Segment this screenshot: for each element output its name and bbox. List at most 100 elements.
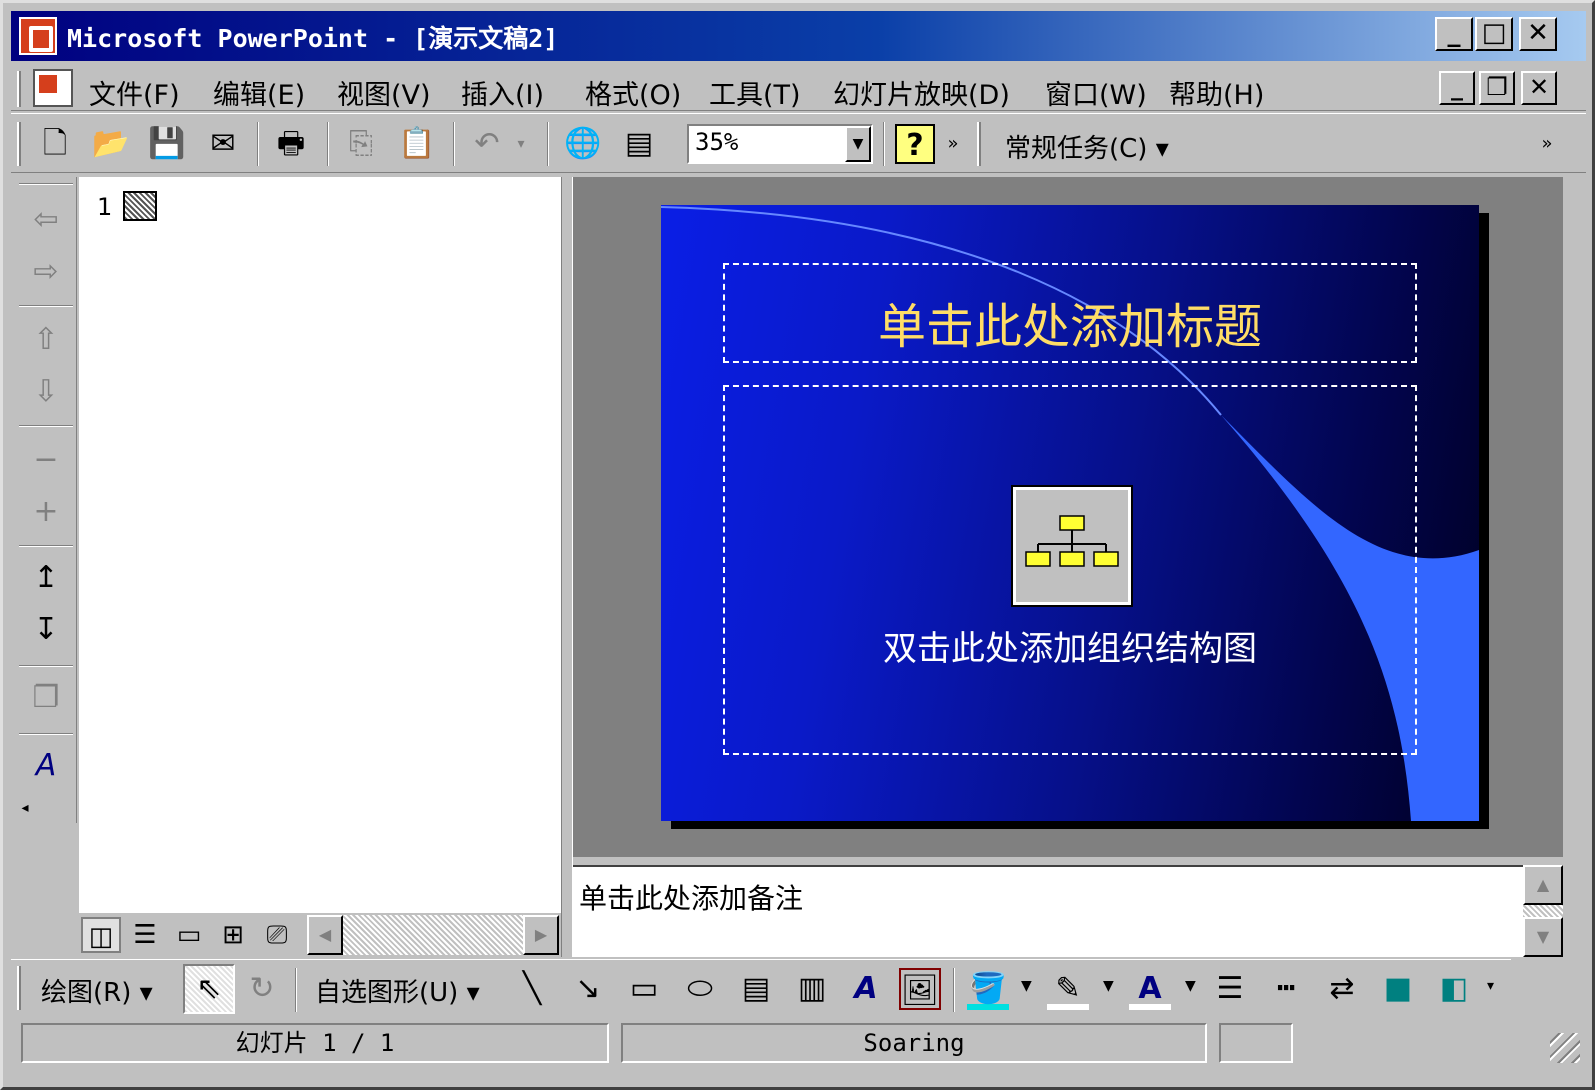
toolbar-overflow-icon[interactable]: » (941, 124, 965, 164)
doc-restore-button[interactable]: ❐ (1479, 71, 1515, 105)
shadow-icon[interactable]: ■ (1377, 968, 1419, 1010)
oval-icon[interactable]: ⬭ (679, 968, 721, 1010)
org-chart-icon[interactable] (1011, 485, 1133, 607)
zoom-dropdown-icon[interactable]: ▼ (845, 126, 871, 162)
draw-menu-button[interactable]: 绘图(R) ▾ (41, 972, 153, 1009)
save-icon[interactable]: 💾 (147, 124, 187, 164)
task-pane-dropdown[interactable]: 常规任务(C) ▾ (1005, 128, 1169, 165)
arrow-style-icon[interactable]: ⇄ (1321, 968, 1363, 1010)
drawbar-overflow-icon[interactable]: ▾ (1487, 978, 1494, 994)
move-down-icon[interactable]: ⇩ (25, 371, 67, 413)
menu-format[interactable]: 格式(O) (585, 73, 681, 112)
slide-icon[interactable] (123, 191, 157, 221)
scroll-right-icon[interactable]: ▶ (523, 915, 559, 955)
free-rotate-icon[interactable]: ↻ (241, 968, 283, 1010)
summary-slide-icon[interactable]: ❐ (25, 677, 67, 719)
demote-icon[interactable]: ⇨ (25, 251, 67, 293)
drawbar-grip[interactable] (17, 966, 21, 1010)
line-color-icon[interactable]: ✎ (1047, 968, 1089, 1010)
notes-vscrollbar[interactable]: ▲ ▼ (1523, 865, 1563, 957)
outline-view-icon[interactable]: ☰ (125, 917, 165, 953)
undo-icon[interactable]: ↶ (467, 124, 507, 164)
title-placeholder[interactable]: 单击此处添加标题 (723, 263, 1417, 363)
autoshapes-menu-button[interactable]: 自选图形(U) ▾ (315, 972, 480, 1009)
scroll-down-icon[interactable]: ▼ (1523, 917, 1563, 957)
menu-tools[interactable]: 工具(T) (709, 73, 801, 112)
3d-icon[interactable]: ◧ (1433, 968, 1475, 1010)
select-objects-icon[interactable]: ⇖ (183, 964, 235, 1014)
pane-splitter-horizontal[interactable] (573, 857, 1563, 865)
menu-help[interactable]: 帮助(H) (1169, 73, 1264, 112)
move-up-icon[interactable]: ⇧ (25, 319, 67, 361)
vtoolbar-grip[interactable] (19, 183, 73, 185)
org-chart-placeholder[interactable]: 双击此处添加组织结构图 (723, 385, 1417, 755)
expand-all-icon[interactable]: ↧ (25, 609, 67, 651)
font-color-dropdown-icon[interactable]: ▼ (1185, 978, 1196, 994)
drawing-toolbar: 绘图(R) ▾ ⇖ ↻ 自选图形(U) ▾ ╲ ↘ ▭ ⬭ ▤ ▥ A 🖼 🪣 … (11, 959, 1511, 1015)
toolbar-grip[interactable] (17, 122, 21, 166)
print-icon[interactable]: 🖶 (271, 124, 311, 164)
toolbar-separator (257, 122, 259, 166)
textbox-icon[interactable]: ▤ (735, 968, 777, 1010)
menu-insert[interactable]: 插入(I) (461, 73, 544, 112)
doc-minimize-button[interactable]: _ (1439, 71, 1475, 105)
doc-close-button[interactable]: ✕ (1521, 71, 1557, 105)
line-icon[interactable]: ╲ (511, 968, 553, 1010)
slideshow-view-icon[interactable]: ⎚ (257, 917, 297, 953)
scroll-up-icon[interactable]: ▲ (1523, 865, 1563, 905)
insert-chart-icon[interactable]: ▤ (619, 124, 659, 164)
view-buttons-bar: ◫ ☰ ▭ ⊞ ⎚ ◀ ▶ (79, 913, 561, 957)
close-button[interactable]: ✕ (1519, 17, 1557, 51)
line-style-icon[interactable]: ☰ (1209, 968, 1251, 1010)
new-icon[interactable]: 🗋 (35, 124, 75, 164)
help-icon[interactable]: ? (895, 124, 935, 164)
zoom-combobox[interactable]: 35% ▼ (687, 124, 873, 164)
menu-window[interactable]: 窗口(W) (1045, 73, 1147, 112)
slide-view-icon[interactable]: ▭ (169, 917, 209, 953)
show-formatting-icon[interactable]: A (25, 745, 67, 787)
document-icon[interactable] (33, 69, 73, 107)
outline-pane[interactable]: 1 (79, 177, 561, 913)
pane-splitter-vertical[interactable] (561, 177, 573, 957)
fill-color-dropdown-icon[interactable]: ▼ (1021, 978, 1032, 994)
slide-sorter-view-icon[interactable]: ⊞ (213, 917, 253, 953)
menu-view[interactable]: 视图(V) (337, 73, 431, 112)
menu-bar-grip[interactable] (17, 71, 21, 107)
open-icon[interactable]: 📂 (91, 124, 131, 164)
powerpoint-app-icon[interactable] (19, 17, 57, 55)
wordart-icon[interactable]: A (845, 968, 887, 1010)
toolbar-grip[interactable] (977, 122, 981, 166)
menu-file[interactable]: 文件(F) (89, 73, 180, 112)
scroll-left-icon[interactable]: ◀ (307, 915, 343, 955)
menu-edit[interactable]: 编辑(E) (213, 73, 305, 112)
rectangle-icon[interactable]: ▭ (623, 968, 665, 1010)
hyperlink-icon[interactable]: 🌐 (563, 124, 603, 164)
normal-view-icon[interactable]: ◫ (81, 917, 121, 953)
menu-slideshow[interactable]: 幻灯片放映(D) (833, 73, 1010, 112)
slide-pane: 单击此处添加标题 双击此处添加组织结构图 (573, 177, 1563, 857)
resize-grip[interactable] (1550, 1033, 1580, 1063)
font-color-icon[interactable]: A (1129, 968, 1171, 1010)
outline-hscrollbar[interactable]: ◀ ▶ (307, 915, 559, 955)
clipart-icon[interactable]: 🖼 (899, 968, 941, 1010)
expand-icon[interactable]: + (25, 491, 67, 533)
paste-icon[interactable]: 📋 (397, 124, 437, 164)
collapse-all-icon[interactable]: ↥ (25, 557, 67, 599)
copy-icon[interactable]: ⎘ (341, 124, 381, 164)
dash-style-icon[interactable]: ┅ (1265, 968, 1307, 1010)
vtoolbar-overflow-icon[interactable]: ◂ (15, 787, 35, 829)
notes-pane[interactable]: 单击此处添加备注 (573, 865, 1523, 957)
title-bar[interactable]: Microsoft PowerPoint - [演示文稿2] _ □ ✕ (11, 11, 1586, 61)
collapse-icon[interactable]: − (25, 439, 67, 481)
arrow-icon[interactable]: ↘ (567, 968, 609, 1010)
vertical-textbox-icon[interactable]: ▥ (791, 968, 833, 1010)
minimize-button[interactable]: _ (1435, 17, 1473, 51)
email-icon[interactable]: ✉ (203, 124, 243, 164)
maximize-button[interactable]: □ (1475, 17, 1513, 51)
fill-color-icon[interactable]: 🪣 (967, 968, 1009, 1010)
slide-canvas[interactable]: 单击此处添加标题 双击此处添加组织结构图 (661, 205, 1479, 821)
line-color-dropdown-icon[interactable]: ▼ (1103, 978, 1114, 994)
undo-dropdown-icon[interactable]: ▾ (511, 124, 531, 164)
task-overflow-icon[interactable]: » (1535, 124, 1559, 164)
promote-icon[interactable]: ⇦ (25, 199, 67, 241)
